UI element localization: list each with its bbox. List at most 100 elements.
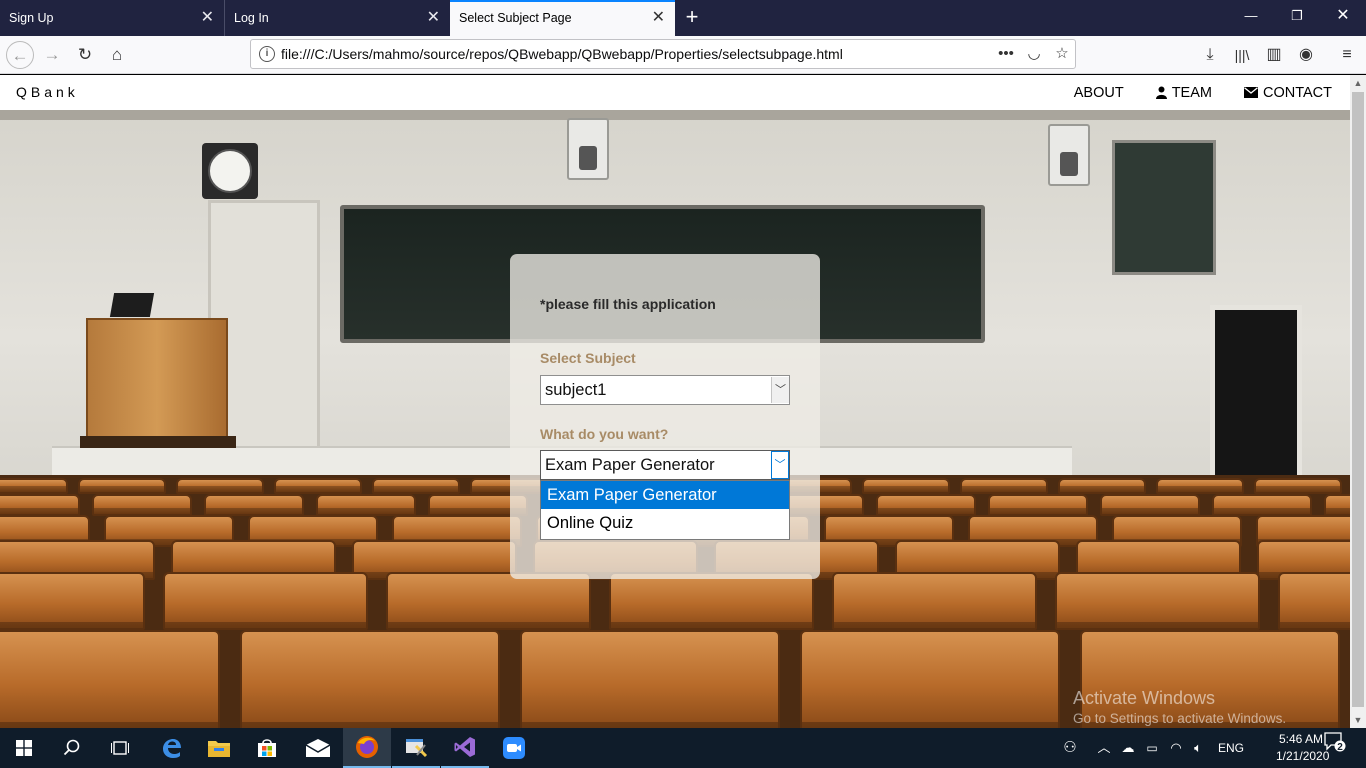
brand-logo[interactable]: QBank [16, 75, 79, 109]
windows-taskbar: ⚇ ︿ ☁ ▭ ◠ 🔈︎ ENG 5:46 AM 1/21/2020 2 [0, 728, 1366, 768]
select-subject-label: Select Subject [540, 350, 636, 366]
start-button[interactable] [0, 728, 48, 768]
speaker [567, 118, 609, 180]
menu-team[interactable]: TEAM [1155, 85, 1212, 101]
door [1210, 305, 1302, 490]
taskbar-store[interactable] [243, 728, 291, 768]
site-header: QBank ABOUT TEAM CONTACT [0, 75, 1350, 110]
address-bar[interactable]: i file:///C:/Users/mahmo/source/repos/QB… [250, 39, 1076, 69]
close-tab-icon[interactable]: ✕ [652, 2, 665, 34]
menu-icon[interactable]: ≡ [1333, 41, 1361, 69]
podium-base [80, 436, 236, 448]
onedrive-icon[interactable]: ☁ [1118, 728, 1138, 768]
taskbar-edge[interactable] [147, 728, 195, 768]
scroll-up-icon[interactable]: ▲ [1350, 75, 1366, 91]
taskbar-file-explorer[interactable] [195, 728, 243, 768]
volume-icon[interactable]: 🔈︎ [1188, 728, 1208, 768]
menu-contact-label: CONTACT [1262, 84, 1332, 101]
scroll-thumb[interactable] [1352, 92, 1364, 707]
tab-label: Select Subject Page [459, 11, 572, 25]
tab-sign-up[interactable]: Sign Up ✕ [0, 0, 225, 36]
taskbar-firefox[interactable] [343, 728, 391, 768]
menu-about[interactable]: ABOUT [1074, 85, 1124, 101]
option-online-quiz[interactable]: Online Quiz [541, 509, 789, 537]
windows-logo-icon [16, 740, 32, 756]
mail-icon [306, 739, 330, 757]
tab-label: Sign Up [9, 11, 54, 25]
wifi-icon[interactable]: ◠ [1166, 728, 1186, 768]
task-view-button[interactable] [96, 728, 144, 768]
page-actions-icon[interactable]: ••• [995, 40, 1017, 68]
scroll-down-icon[interactable]: ▼ [1350, 712, 1366, 728]
home-icon[interactable]: ⌂ [103, 41, 131, 69]
wall-clock [202, 143, 258, 199]
envelope-icon [1243, 87, 1258, 98]
close-window-button[interactable]: ✕ [1320, 0, 1366, 34]
battery-icon[interactable]: ▭ [1142, 728, 1162, 768]
back-arrow-icon[interactable]: ← [6, 41, 34, 69]
site-menu: ABOUT TEAM CONTACT [1074, 75, 1332, 110]
mode-select[interactable]: Exam Paper Generator ﹀ [540, 450, 790, 480]
download-icon[interactable]: ⤓ [1196, 41, 1224, 69]
search-icon [63, 739, 80, 756]
chevron-down-icon[interactable]: ﹀ [771, 377, 789, 403]
taskbar-tools-app[interactable] [392, 728, 440, 768]
tools-icon [406, 739, 428, 758]
subject-select[interactable]: subject1 ﹀ [540, 375, 790, 405]
lecture-hall-background-image: *please fill this application Select Sub… [0, 110, 1350, 728]
tab-log-in[interactable]: Log In ✕ [225, 0, 450, 36]
web-page: QBank ABOUT TEAM CONTACT *please fill th… [0, 75, 1350, 728]
menu-about-label: ABOUT [1073, 84, 1124, 101]
zoom-icon [503, 737, 525, 759]
firefox-icon [356, 736, 378, 758]
sidebar-icon[interactable]: ▥ [1260, 41, 1288, 69]
folder-icon [208, 741, 230, 757]
podium [86, 318, 228, 438]
close-tab-icon[interactable]: ✕ [427, 0, 440, 36]
show-hidden-icons-chevron-icon[interactable]: ︿ [1095, 728, 1113, 768]
edge-icon [163, 739, 181, 758]
browser-tab-bar: Sign Up ✕ Log In ✕ Select Subject Page ✕… [0, 0, 1366, 36]
speaker [1048, 124, 1090, 186]
language-indicator[interactable]: ENG [1214, 728, 1248, 768]
forward-arrow-icon[interactable]: → [38, 41, 66, 69]
chevron-down-icon[interactable]: ﹀ [771, 451, 789, 479]
close-tab-icon[interactable]: ✕ [201, 0, 214, 36]
search-button[interactable] [48, 728, 96, 768]
reload-icon[interactable]: ↻ [71, 41, 99, 69]
clock-date: 1/21/2020 [1276, 749, 1330, 763]
clock-time: 5:46 AM [1278, 732, 1324, 746]
visual-studio-icon [454, 737, 475, 757]
url-text[interactable]: file:///C:/Users/mahmo/source/repos/QBwe… [281, 40, 843, 68]
watermark-title: Activate Windows [1073, 688, 1216, 708]
pocket-icon[interactable]: ◡ [1023, 40, 1045, 68]
window [1112, 140, 1216, 275]
taskbar-visual-studio[interactable] [441, 728, 489, 768]
activate-windows-watermark: Activate Windows Go to Settings to activ… [1073, 688, 1286, 726]
minimize-button[interactable]: — [1228, 0, 1274, 34]
what-do-you-want-label: What do you want? [540, 426, 669, 442]
taskbar-mail[interactable] [294, 728, 342, 768]
action-center-button[interactable]: 2 [1320, 728, 1350, 768]
mode-select-value: Exam Paper Generator [545, 456, 715, 474]
menu-contact[interactable]: CONTACT [1243, 84, 1332, 101]
subject-select-value: subject1 [545, 381, 607, 399]
browser-nav-bar: ← → ↻ ⌂ i file:///C:/Users/mahmo/source/… [0, 36, 1366, 74]
restore-button[interactable]: ❐ [1274, 0, 1320, 34]
task-view-icon [111, 741, 129, 755]
page-scrollbar[interactable]: ▲ ▼ [1350, 75, 1366, 728]
store-icon [258, 739, 276, 757]
new-tab-button[interactable]: + [680, 0, 704, 36]
tab-select-subject-page[interactable]: Select Subject Page ✕ [450, 0, 675, 36]
clock[interactable]: 5:46 AM 1/21/2020 [1276, 731, 1330, 765]
people-icon[interactable]: ⚇ [1058, 728, 1082, 768]
seat-row [0, 572, 1350, 630]
form-note: *please fill this application [540, 296, 716, 312]
bookmark-star-icon[interactable]: ☆ [1051, 40, 1073, 68]
site-info-icon[interactable]: i [259, 46, 275, 62]
account-icon[interactable]: ◉ [1292, 41, 1320, 69]
option-exam-paper-generator[interactable]: Exam Paper Generator [541, 481, 789, 509]
notification-count: 2 [1337, 742, 1343, 753]
taskbar-zoom[interactable] [490, 728, 538, 768]
library-icon[interactable]: |||\ [1228, 41, 1256, 69]
